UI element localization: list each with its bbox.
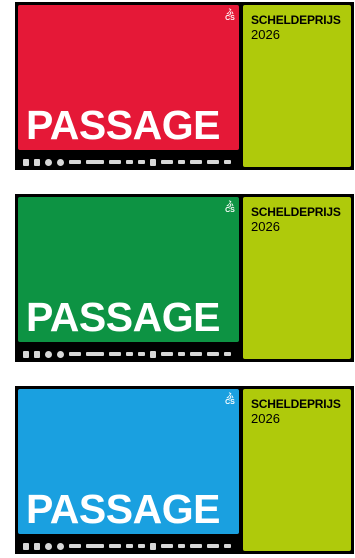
sponsor-logo-icon: [126, 544, 133, 548]
sponsor-logo-icon: [207, 352, 219, 356]
pass-card: ふ CS PASSAGE SCHELDEPRIJS 2026: [15, 2, 354, 170]
event-panel: SCHELDEPRIJS 2026: [243, 197, 351, 359]
sponsor-logo-icon: [161, 352, 173, 356]
pass-title: PASSAGE: [26, 486, 220, 532]
sponsor-logo-icon: [109, 352, 121, 356]
sponsor-logo-icon: [138, 160, 145, 164]
sponsor-logo-icon: [138, 352, 145, 356]
event-year: 2026: [251, 27, 280, 42]
sponsor-logo-icon: [224, 160, 231, 164]
sponsor-logo-icon: [178, 160, 185, 164]
sponsor-strip: [23, 349, 233, 359]
pass-card: ふ CS PASSAGE SCHELDEPRIJS 2026: [15, 386, 354, 554]
sponsor-logo-icon: [161, 160, 173, 164]
event-panel: SCHELDEPRIJS 2026: [243, 389, 351, 551]
sponsor-logo-icon: [150, 158, 156, 166]
sponsor-logo-icon: [86, 160, 104, 164]
sponsor-logo-icon: [69, 544, 81, 548]
sponsor-logo-icon: [178, 352, 185, 356]
pass-color-panel: ふ CS PASSAGE: [18, 389, 239, 534]
sponsor-logo-icon: [138, 544, 145, 548]
sponsor-logo-icon: [190, 352, 202, 356]
cs-logo-icon: ふ CS: [225, 201, 235, 214]
pass-card: ふ CS PASSAGE SCHELDEPRIJS 2026: [15, 194, 354, 362]
sponsor-logo-icon: [34, 542, 40, 550]
event-year: 2026: [251, 219, 280, 234]
event-year: 2026: [251, 411, 280, 426]
event-name: SCHELDEPRIJS: [251, 397, 341, 411]
sponsor-logo-icon: [207, 160, 219, 164]
pass-color-panel: ふ CS PASSAGE: [18, 197, 239, 342]
cs-logo-icon: ふ CS: [225, 393, 235, 406]
sponsor-strip: [23, 157, 233, 167]
pass-color-panel: ふ CS PASSAGE: [18, 5, 239, 150]
sponsor-logo-icon: [23, 542, 29, 550]
sponsor-logo-icon: [178, 544, 185, 548]
sponsor-strip: [23, 541, 233, 551]
pass-title: PASSAGE: [26, 102, 220, 148]
sponsor-logo-icon: [69, 160, 81, 164]
sponsor-logo-icon: [57, 542, 64, 550]
sponsor-logo-icon: [34, 158, 40, 166]
sponsor-logo-icon: [150, 350, 156, 358]
event-panel: SCHELDEPRIJS 2026: [243, 5, 351, 167]
sponsor-logo-icon: [190, 544, 202, 548]
event-name: SCHELDEPRIJS: [251, 13, 341, 27]
sponsor-logo-icon: [86, 352, 104, 356]
sponsor-logo-icon: [150, 542, 156, 550]
sponsor-logo-icon: [45, 350, 52, 358]
sponsor-logo-icon: [126, 352, 133, 356]
sponsor-logo-icon: [45, 542, 52, 550]
sponsor-logo-icon: [109, 160, 121, 164]
sponsor-logo-icon: [86, 544, 104, 548]
sponsor-logo-icon: [34, 350, 40, 358]
pass-title: PASSAGE: [26, 294, 220, 340]
sponsor-logo-icon: [23, 158, 29, 166]
event-name: SCHELDEPRIJS: [251, 205, 341, 219]
sponsor-logo-icon: [57, 158, 64, 166]
sponsor-logo-icon: [109, 544, 121, 548]
sponsor-logo-icon: [207, 544, 219, 548]
sponsor-logo-icon: [190, 160, 202, 164]
sponsor-logo-icon: [45, 158, 52, 166]
sponsor-logo-icon: [224, 352, 231, 356]
sponsor-logo-icon: [126, 160, 133, 164]
sponsor-logo-icon: [224, 544, 231, 548]
sponsor-logo-icon: [161, 544, 173, 548]
cs-logo-icon: ふ CS: [225, 9, 235, 22]
sponsor-logo-icon: [23, 350, 29, 358]
sponsor-logo-icon: [57, 350, 64, 358]
sponsor-logo-icon: [69, 352, 81, 356]
